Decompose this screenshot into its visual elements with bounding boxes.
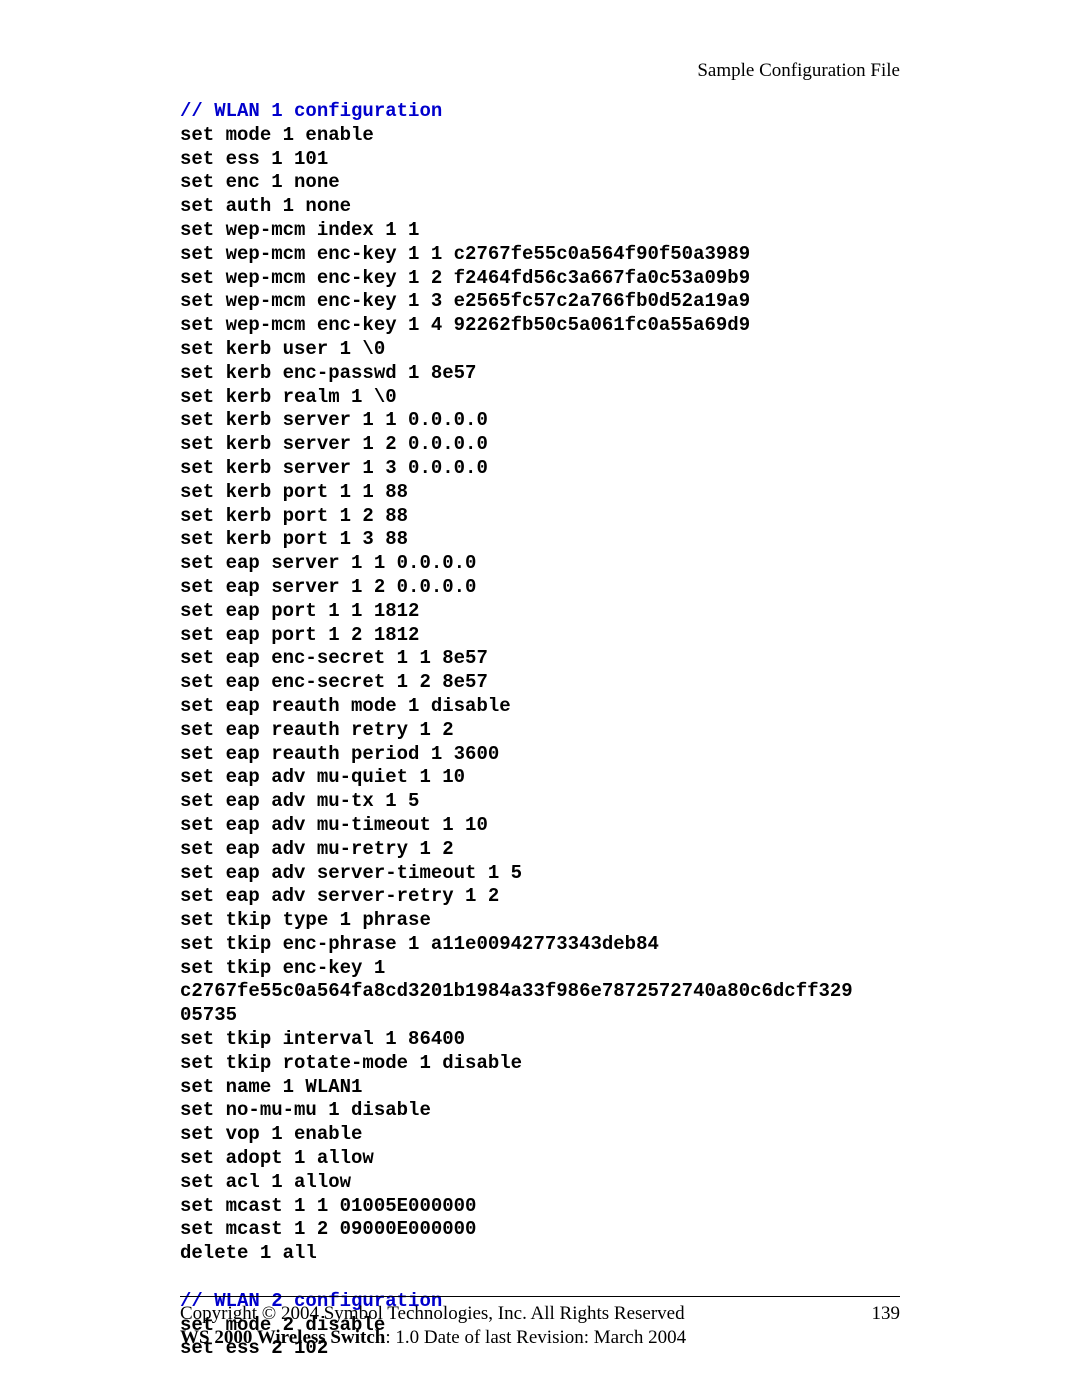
config-line: set eap reauth mode 1 disable <box>180 695 511 717</box>
config-line: set name 1 WLAN1 <box>180 1076 362 1098</box>
config-line: set kerb port 1 3 88 <box>180 528 408 550</box>
footer-page-number: 139 <box>872 1303 901 1325</box>
config-line: set kerb user 1 \0 <box>180 338 385 360</box>
config-line: set kerb port 1 2 88 <box>180 505 408 527</box>
config-line: set eap reauth period 1 3600 <box>180 743 499 765</box>
config-line: set eap port 1 1 1812 <box>180 600 419 622</box>
config-line: set eap adv mu-timeout 1 10 <box>180 814 488 836</box>
config-line: set kerb realm 1 \0 <box>180 386 397 408</box>
config-line: set eap adv server-timeout 1 5 <box>180 862 522 884</box>
section-1-comment: // WLAN 1 configuration <box>180 100 442 122</box>
footer-rule <box>180 1296 900 1297</box>
config-line: set kerb enc-passwd 1 8e57 <box>180 362 476 384</box>
config-line: set eap enc-secret 1 2 8e57 <box>180 671 488 693</box>
config-line: set eap adv mu-retry 1 2 <box>180 838 454 860</box>
config-line: set eap port 1 2 1812 <box>180 624 419 646</box>
config-line: set vop 1 enable <box>180 1123 362 1145</box>
config-line: set tkip rotate-mode 1 disable <box>180 1052 522 1074</box>
config-line: set wep-mcm enc-key 1 4 92262fb50c5a061f… <box>180 314 750 336</box>
config-line: set eap server 1 2 0.0.0.0 <box>180 576 476 598</box>
config-line: set enc 1 none <box>180 171 340 193</box>
config-line: set no-mu-mu 1 disable <box>180 1099 431 1121</box>
config-line: set eap reauth retry 1 2 <box>180 719 454 741</box>
config-line: set adopt 1 allow <box>180 1147 374 1169</box>
config-line: set tkip enc-key 1 <box>180 957 385 979</box>
config-line: set wep-mcm index 1 1 <box>180 219 419 241</box>
config-line: set kerb server 1 3 0.0.0.0 <box>180 457 488 479</box>
config-line: set kerb port 1 1 88 <box>180 481 408 503</box>
config-line: 05735 <box>180 1004 237 1026</box>
footer-product-name: WS 2000 Wireless Switch <box>180 1327 385 1348</box>
config-line: set kerb server 1 2 0.0.0.0 <box>180 433 488 455</box>
footer-copyright: Copyright © 2004 Symbol Technologies, In… <box>180 1303 685 1325</box>
footer-product-rest: : 1.0 Date of last Revision: March 2004 <box>385 1327 686 1348</box>
config-line: set kerb server 1 1 0.0.0.0 <box>180 409 488 431</box>
config-line: c2767fe55c0a564fa8cd3201b1984a33f986e787… <box>180 980 853 1002</box>
config-line: set acl 1 allow <box>180 1171 351 1193</box>
config-line: set tkip enc-phrase 1 a11e00942773343deb… <box>180 933 659 955</box>
config-line: set wep-mcm enc-key 1 2 f2464fd56c3a667f… <box>180 267 750 289</box>
config-line: set eap adv server-retry 1 2 <box>180 885 499 907</box>
page-footer: Copyright © 2004 Symbol Technologies, In… <box>180 1296 900 1349</box>
document-page: Sample Configuration File // WLAN 1 conf… <box>0 0 1080 1397</box>
config-line: set wep-mcm enc-key 1 3 e2565fc57c2a766f… <box>180 290 750 312</box>
config-line: set eap adv mu-tx 1 5 <box>180 790 419 812</box>
config-line: set mcast 1 1 01005E000000 <box>180 1195 476 1217</box>
config-line: set mode 1 enable <box>180 124 374 146</box>
config-line: delete 1 all <box>180 1242 317 1264</box>
config-line: set eap adv mu-quiet 1 10 <box>180 766 465 788</box>
config-line: set auth 1 none <box>180 195 351 217</box>
config-line: set tkip interval 1 86400 <box>180 1028 465 1050</box>
config-line: set eap server 1 1 0.0.0.0 <box>180 552 476 574</box>
config-line: set wep-mcm enc-key 1 1 c2767fe55c0a564f… <box>180 243 750 265</box>
footer-product-line: WS 2000 Wireless Switch: 1.0 Date of las… <box>180 1327 900 1349</box>
header-right-text: Sample Configuration File <box>180 60 900 82</box>
config-line: set tkip type 1 phrase <box>180 909 431 931</box>
config-line: set eap enc-secret 1 1 8e57 <box>180 647 488 669</box>
config-code-block: // WLAN 1 configuration set mode 1 enabl… <box>180 100 900 1361</box>
config-line: set mcast 1 2 09000E000000 <box>180 1218 476 1240</box>
config-line: set ess 1 101 <box>180 148 328 170</box>
